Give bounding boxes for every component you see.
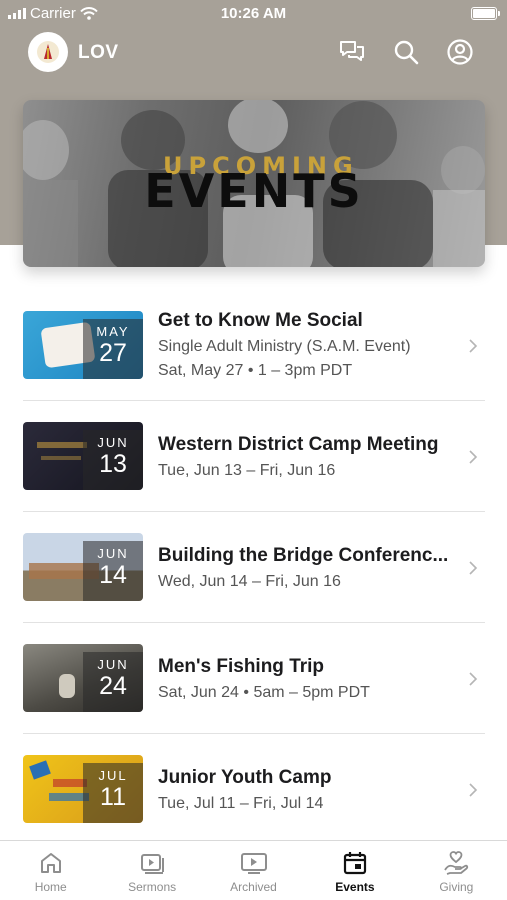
event-item[interactable]: JUL 11 Junior Youth Camp Tue, Jul 11 – F…	[0, 734, 507, 845]
tab-sermons[interactable]: Sermons	[101, 841, 202, 900]
date-badge: JUN 13	[83, 430, 143, 490]
tab-home[interactable]: Home	[0, 841, 101, 900]
tab-label: Sermons	[128, 880, 177, 894]
event-thumbnail: JUN 14	[23, 533, 143, 601]
event-dates: Tue, Jul 11 – Fri, Jul 14	[158, 795, 324, 812]
status-time: 10:26 AM	[220, 5, 287, 22]
chat-icon[interactable]	[338, 38, 366, 66]
thumbnail-text-shape	[37, 442, 87, 448]
event-dates: Tue, Jun 13 – Fri, Jun 16	[158, 462, 336, 479]
event-time: Sat, May 27 • 1 – 3pm PDT	[158, 362, 353, 379]
home-icon	[40, 853, 61, 873]
event-thumbnail: JUN 24	[23, 644, 143, 712]
archived-icon	[240, 853, 267, 874]
event-thumbnail: JUL 11	[23, 755, 143, 823]
event-title: Get to Know Me Social	[158, 310, 363, 331]
chevron-right-icon	[469, 450, 478, 464]
logo-mark-icon	[37, 41, 59, 63]
date-month: JUN	[97, 546, 129, 561]
date-badge: JUN 24	[83, 652, 143, 712]
date-month: JUL	[98, 768, 128, 783]
date-badge: MAY 27	[83, 319, 143, 379]
date-day: 11	[100, 783, 126, 811]
tab-label: Events	[335, 880, 375, 894]
date-month: JUN	[97, 657, 129, 672]
event-dates: Wed, Jun 14 – Fri, Jun 16	[158, 573, 341, 590]
event-subtitle: Single Adult Ministry (S.A.M. Event)	[158, 338, 411, 355]
tab-label: Giving	[439, 880, 474, 894]
event-item[interactable]: JUN 13 Western District Camp Meeting Tue…	[0, 401, 507, 512]
calendar-icon	[343, 852, 367, 875]
tab-archived[interactable]: Archived	[203, 841, 304, 900]
sermons-icon	[141, 854, 165, 874]
date-day: 27	[99, 339, 127, 367]
event-title: Building the Bridge Conferenc...	[158, 545, 449, 566]
event-title: Men's Fishing Trip	[158, 656, 325, 677]
chevron-right-icon	[469, 561, 478, 575]
tab-label: Archived	[230, 880, 277, 894]
giving-icon	[444, 851, 469, 875]
tab-label: Home	[34, 880, 67, 894]
tab-bar: Home Sermons Archived Events Giving	[0, 840, 507, 900]
event-item[interactable]: JUN 24 Men's Fishing Trip Sat, Jun 24 • …	[0, 623, 507, 734]
date-day: 14	[99, 561, 127, 589]
date-day: 24	[99, 672, 127, 700]
chevron-right-icon	[469, 672, 478, 686]
app-title: LOV	[78, 42, 119, 63]
thumbnail-text-shape	[53, 779, 87, 787]
app-header: LOV	[0, 30, 507, 74]
church-logo[interactable]	[28, 32, 68, 72]
banner-title: EVENTS	[144, 164, 364, 218]
date-month: MAY	[96, 324, 130, 339]
tab-giving[interactable]: Giving	[406, 841, 507, 900]
date-badge: JUL 11	[83, 763, 143, 823]
date-month: JUN	[97, 435, 129, 450]
event-thumbnail: JUN 13	[23, 422, 143, 490]
thumbnail-flag-shape	[29, 760, 51, 780]
event-title: Junior Youth Camp	[158, 767, 332, 788]
thumbnail-figure-shape	[59, 674, 75, 698]
date-badge: JUN 14	[83, 541, 143, 601]
tab-events[interactable]: Events	[304, 841, 405, 900]
date-day: 13	[99, 450, 127, 478]
battery-icon	[471, 7, 500, 20]
event-title: Western District Camp Meeting	[158, 434, 439, 455]
account-icon[interactable]	[446, 38, 474, 66]
event-time: Sat, Jun 24 • 5am – 5pm PDT	[158, 684, 370, 701]
search-icon[interactable]	[392, 38, 420, 66]
event-thumbnail: MAY 27	[23, 311, 143, 379]
upcoming-events-banner[interactable]: UPCOMING EVENTS	[23, 100, 485, 267]
events-list: MAY 27 Get to Know Me Social Single Adul…	[0, 290, 507, 845]
thumbnail-text-shape	[41, 456, 81, 460]
chevron-right-icon	[469, 783, 478, 797]
event-item[interactable]: JUN 14 Building the Bridge Conferenc... …	[0, 512, 507, 623]
event-item[interactable]: MAY 27 Get to Know Me Social Single Adul…	[0, 290, 507, 401]
status-bar: Carrier 10:26 AM	[0, 0, 507, 28]
chevron-right-icon	[469, 339, 478, 353]
